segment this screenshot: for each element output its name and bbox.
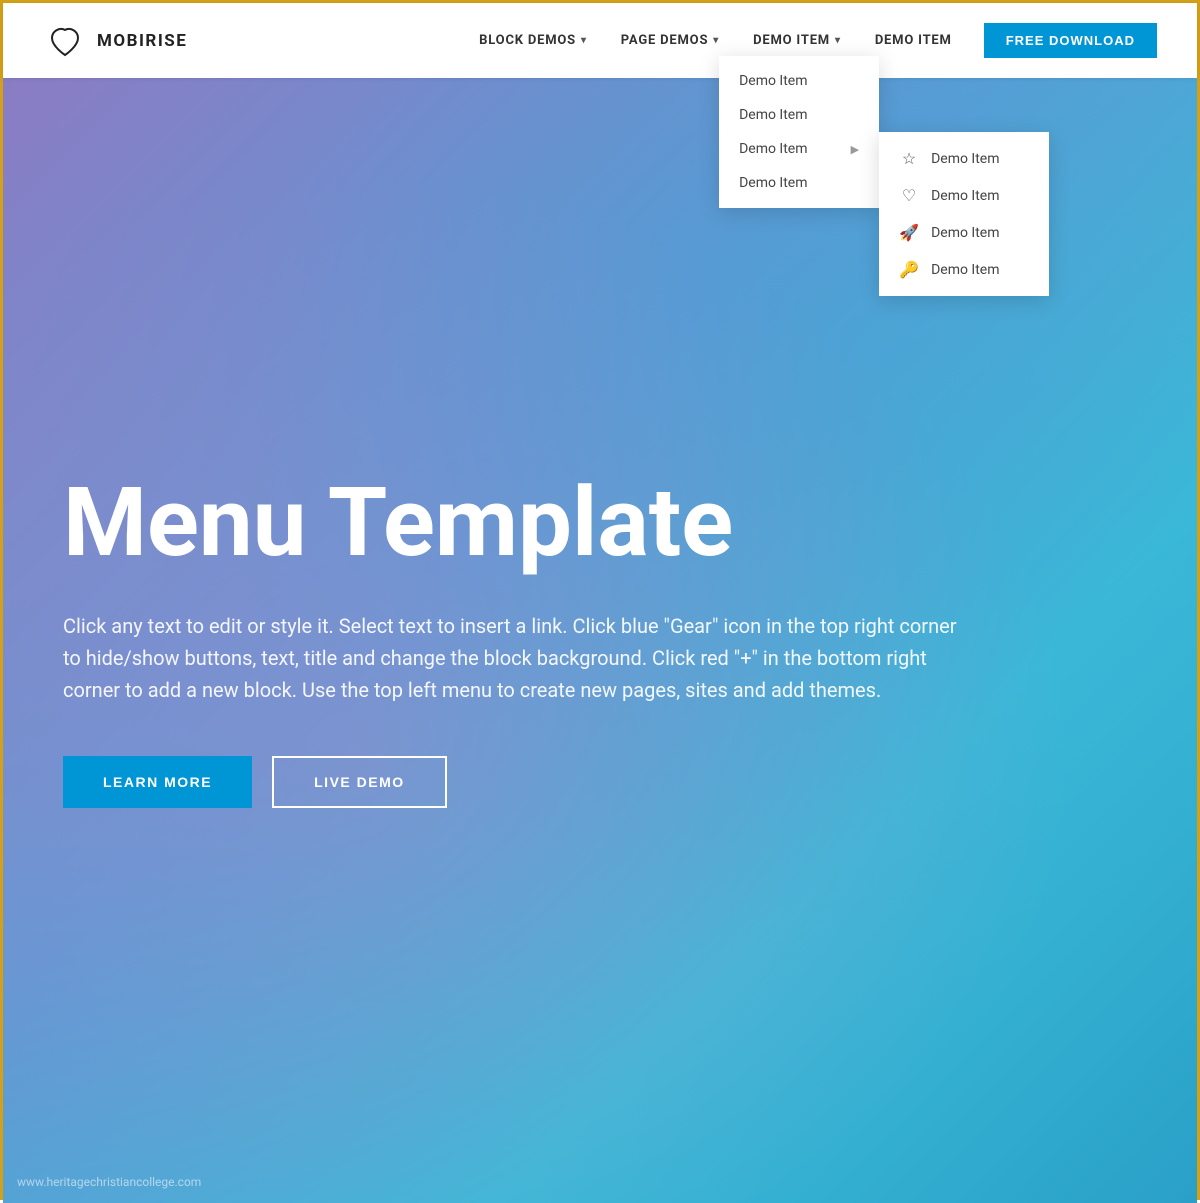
demo-item-1-link[interactable]: DEMO ITEM ▾ [739,25,855,56]
nav-item-block-demos[interactable]: BLOCK DEMOS ▾ [465,25,601,56]
dropdown-item-4[interactable]: Demo Item [719,166,879,200]
sub-item-1[interactable]: ☆ Demo Item [879,140,1049,177]
dropdown-item-3-has-sub[interactable]: Demo Item ▶ ☆ Demo Item ♡ Demo Item [719,132,879,166]
dropdown-item-2[interactable]: Demo Item [719,98,879,132]
watermark: www.heritagechristiancollege.com [17,1175,201,1189]
heart-icon: ♡ [899,186,919,205]
page-demos-link[interactable]: PAGE DEMOS ▾ [607,25,733,56]
brand-icon [43,19,87,63]
dropdown-item-1[interactable]: Demo Item [719,64,879,98]
nav-item-page-demos[interactable]: PAGE DEMOS ▾ [607,25,733,56]
hero-buttons: LEARN MORE LIVE DEMO [63,756,1137,808]
nav-item-demo-item-2[interactable]: DEMO ITEM [861,25,966,56]
hero-title: Menu Template [63,473,863,574]
chevron-icon: ▾ [581,35,587,46]
chevron-icon: ▾ [713,35,719,46]
sub-item-4[interactable]: 🔑 Demo Item [879,251,1049,288]
brand[interactable]: MOBIRISE [43,19,187,63]
chevron-icon: ▾ [835,35,841,46]
star-icon: ☆ [899,149,919,168]
sub-item-3[interactable]: 🚀 Demo Item [879,214,1049,251]
free-download-button[interactable]: FREE DOWNLOAD [984,23,1157,58]
live-demo-button[interactable]: LIVE DEMO [272,756,447,808]
nav-links: BLOCK DEMOS ▾ PAGE DEMOS ▾ DEMO ITEM ▾ D… [465,23,1157,58]
key-icon: 🔑 [899,260,919,279]
sub-dropdown: ☆ Demo Item ♡ Demo Item 🚀 Demo Item � [879,132,1049,296]
nav-item-demo-item-1[interactable]: DEMO ITEM ▾ Demo Item Demo Item Demo Ite… [739,25,855,56]
navbar: MOBIRISE BLOCK DEMOS ▾ PAGE DEMOS ▾ DEMO… [3,3,1197,78]
demo-item-2-link[interactable]: DEMO ITEM [861,25,966,56]
sub-item-2[interactable]: ♡ Demo Item [879,177,1049,214]
sub-arrow-icon: ▶ [851,143,859,156]
brand-name: MOBIRISE [97,31,187,51]
hero-description: Click any text to edit or style it. Sele… [63,610,963,706]
block-demos-link[interactable]: BLOCK DEMOS ▾ [465,25,601,56]
rocket-icon: 🚀 [899,223,919,242]
learn-more-button[interactable]: LEARN MORE [63,756,252,808]
demo-item-dropdown: Demo Item Demo Item Demo Item ▶ ☆ Demo I… [719,56,879,208]
